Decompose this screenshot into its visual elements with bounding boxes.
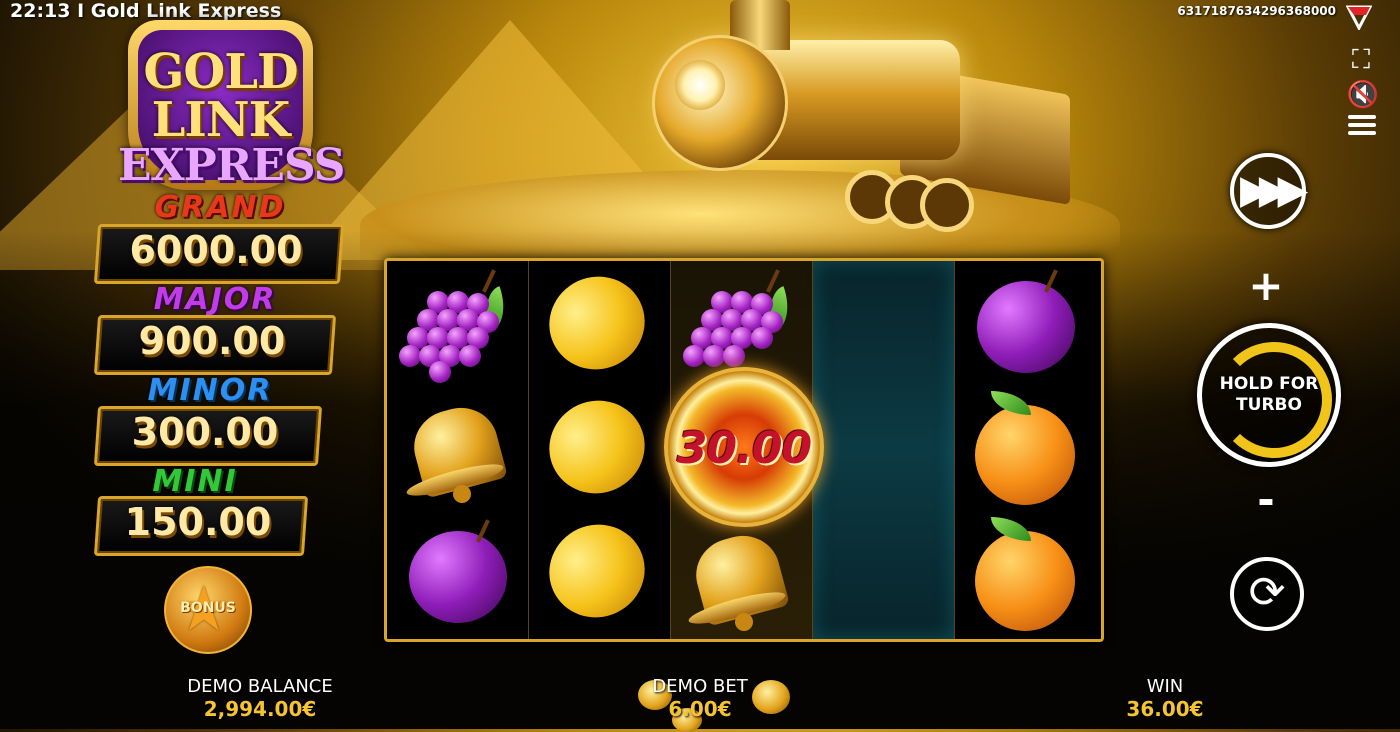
bonus-label: BONUS bbox=[180, 600, 236, 616]
bet-display[interactable]: DEMO BET 6.00€ bbox=[620, 676, 780, 722]
reel-2 bbox=[529, 261, 671, 639]
orange-leaf bbox=[991, 391, 1031, 415]
brand-logo-icon bbox=[1346, 5, 1372, 30]
sound-muted-icon[interactable]: 🔇 bbox=[1346, 80, 1380, 110]
spin-label: HOLD FOR TURBO bbox=[1202, 374, 1336, 416]
win-label: WIN bbox=[1146, 676, 1184, 697]
cash-coin-value: 30.00 bbox=[676, 423, 812, 474]
logo-word-gold: GOLD bbox=[143, 44, 298, 100]
plum-symbol bbox=[971, 269, 1081, 379]
bell-symbol bbox=[685, 519, 795, 631]
train-lamp bbox=[675, 60, 725, 110]
jackpot-grand-value: 6000.00 bbox=[129, 228, 303, 272]
bell-clapper bbox=[735, 613, 753, 631]
jackpot-major-value: 900.00 bbox=[138, 319, 286, 363]
bet-label: DEMO BET bbox=[652, 676, 748, 697]
balance-value: 2,994.00€ bbox=[203, 697, 317, 721]
game-round-id: 6317187634296368000 bbox=[1177, 4, 1336, 18]
spin-label-line2: TURBO bbox=[1236, 395, 1302, 415]
balance-label: DEMO BALANCE bbox=[187, 676, 333, 697]
plum-fruit bbox=[409, 531, 507, 623]
jackpot-mini-label: MINI bbox=[152, 464, 238, 499]
win-value: 36.00€ bbox=[1126, 697, 1204, 721]
autoplay-icon: ⟳ bbox=[1248, 567, 1286, 618]
spin-button[interactable]: HOLD FOR TURBO bbox=[1197, 323, 1341, 467]
orange-fruit bbox=[975, 405, 1075, 505]
orange-symbol bbox=[969, 387, 1079, 505]
golden-train bbox=[630, 0, 1070, 232]
win-display: WIN 36.00€ bbox=[1095, 676, 1235, 722]
window-title: 22:13 I Gold Link Express bbox=[10, 0, 282, 22]
lemon-fruit bbox=[534, 385, 660, 509]
logo-word-link: LINK bbox=[151, 92, 291, 148]
fast-forward-icon: ▶▶▶ bbox=[1240, 167, 1308, 213]
lemon-symbol bbox=[534, 385, 660, 509]
bell-clapper bbox=[453, 485, 471, 503]
bet-decrease-button[interactable]: - bbox=[1240, 476, 1292, 528]
grapes-symbol bbox=[399, 269, 514, 383]
reel-5 bbox=[955, 261, 1096, 639]
menu-icon[interactable] bbox=[1348, 112, 1376, 138]
bet-value: 6.00€ bbox=[668, 697, 732, 721]
lemon-symbol bbox=[534, 509, 660, 633]
reel-1 bbox=[387, 261, 529, 639]
reel-4 bbox=[813, 261, 955, 639]
cash-coin-symbol: 30.00 bbox=[664, 367, 824, 527]
orange-leaf bbox=[991, 517, 1031, 541]
jackpot-mini-value: 150.00 bbox=[124, 500, 272, 544]
grapes-symbol bbox=[683, 269, 798, 379]
jackpot-major-label: MAJOR bbox=[153, 282, 277, 317]
autoplay-button[interactable]: ⟳ bbox=[1230, 557, 1304, 631]
logo-word-express: EXPRESS bbox=[118, 140, 345, 191]
train-wheel bbox=[920, 178, 974, 232]
game-logo: GOLD LINK EXPRESS bbox=[118, 20, 345, 191]
turbo-button[interactable]: ▶▶▶ bbox=[1230, 153, 1308, 229]
fullscreen-icon[interactable]: ⛶ bbox=[1346, 45, 1376, 75]
balance-display: DEMO BALANCE 2,994.00€ bbox=[160, 676, 360, 722]
lemon-fruit bbox=[534, 509, 660, 633]
bonus-button[interactable]: ★ BONUS bbox=[164, 566, 252, 654]
orange-fruit bbox=[975, 531, 1075, 631]
jackpot-minor-label: MINOR bbox=[147, 373, 273, 408]
train-front bbox=[652, 35, 788, 171]
bet-increase-button[interactable]: + bbox=[1240, 262, 1292, 314]
plum-symbol bbox=[403, 519, 513, 629]
lemon-symbol bbox=[534, 261, 660, 385]
orange-symbol bbox=[969, 513, 1079, 631]
jackpot-minor-value: 300.00 bbox=[131, 410, 279, 454]
spin-label-line1: HOLD FOR bbox=[1219, 374, 1319, 394]
plum-fruit bbox=[977, 281, 1075, 373]
jackpot-grand-label: GRAND bbox=[154, 190, 286, 225]
lemon-fruit bbox=[534, 261, 660, 385]
bell-symbol bbox=[403, 391, 513, 503]
